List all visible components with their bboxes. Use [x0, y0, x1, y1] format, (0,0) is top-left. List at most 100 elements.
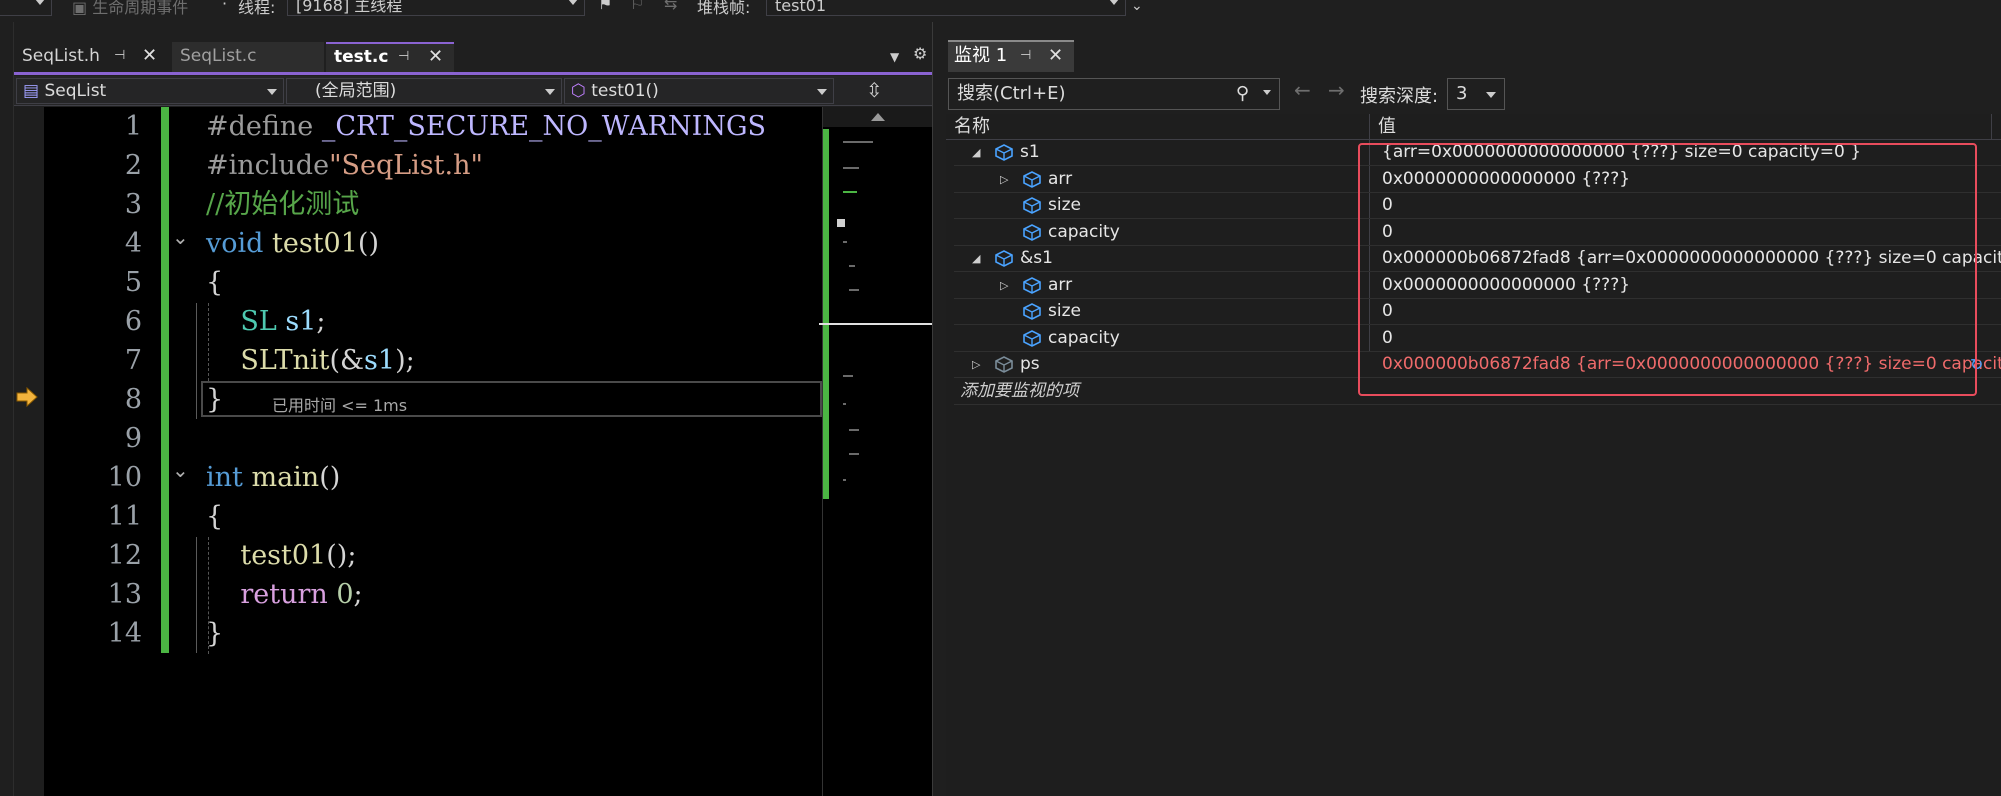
minimap-line: [849, 265, 855, 267]
stack-frame-dropdown[interactable]: test01: [766, 0, 1126, 16]
line-number: 2: [124, 150, 142, 181]
annotation-highlight-box: [1358, 143, 1977, 396]
col-header-type[interactable]: [1992, 114, 2001, 140]
variable-cube-icon: [995, 250, 1013, 267]
code-editor[interactable]: 1 #define _CRT_SECURE_NO_WARNINGS 2 #includ…: [14, 107, 822, 796]
watch-name: &s1: [1020, 248, 1053, 268]
code-line: 3 //初始化测试: [14, 185, 822, 224]
pin-icon[interactable]: ⊣: [398, 44, 409, 70]
close-icon[interactable]: ✕: [142, 42, 157, 70]
col-header-value[interactable]: 值: [1370, 114, 1992, 140]
code-text: SLTnit(&s1);: [206, 341, 414, 380]
tab-seqlist-h[interactable]: SeqList.h ⊣ ✕: [14, 42, 166, 72]
navigation-bar: ▤ SeqList (全局范围) ⬡ test01() ⇳: [14, 76, 932, 106]
expanded-triangle-icon[interactable]: ◢: [972, 246, 980, 271]
search-depth-dropdown[interactable]: 3: [1447, 78, 1505, 110]
variable-cube-icon: [1023, 197, 1041, 214]
add-watch-hint: 添加要监视的项: [960, 380, 1079, 401]
collapsed-triangle-icon[interactable]: ▷: [1000, 273, 1008, 298]
debug-toolbar: ▣ 生命周期事件 · 线程: [9168] 主线程 ⚑ ⚐ ⇆ 堆栈帧: tes…: [0, 0, 2001, 22]
pin-icon[interactable]: ⊣: [1020, 42, 1031, 70]
function-dropdown[interactable]: ⬡ test01(): [564, 78, 834, 104]
code-token: test01: [272, 228, 358, 259]
tab-seqlist-c[interactable]: SeqList.c: [172, 42, 324, 72]
tab-watch-1[interactable]: 监视 1 ⊣ ✕: [948, 40, 1074, 72]
thread-switch-icon[interactable]: ⇆: [664, 0, 677, 13]
code-token: return: [240, 579, 337, 610]
code-text: int main(): [206, 458, 340, 497]
tab-list-dropdown-icon[interactable]: ▼: [890, 50, 899, 64]
chevron-down-icon: [545, 89, 555, 95]
chevron-down-icon: [1486, 92, 1496, 98]
elapsed-time-hint: 已用时间 <= 1ms: [272, 396, 408, 415]
line-number: 4: [124, 228, 142, 259]
split-editor-icon[interactable]: ⇳: [866, 78, 883, 102]
line-number: 6: [124, 306, 142, 337]
watch-tab-bar: 监视 1 ⊣ ✕: [946, 38, 2001, 72]
watch-name: size: [1048, 195, 1081, 215]
code-minimap[interactable]: [819, 107, 933, 796]
arrow-up-icon: [871, 113, 885, 121]
minimap-scroll-up[interactable]: [823, 107, 933, 127]
line-number: 10: [107, 462, 142, 493]
code-token: ();: [326, 540, 357, 571]
search-forward-arrow-icon[interactable]: →: [1328, 78, 1345, 102]
code-token: s1: [285, 306, 317, 337]
variable-cube-icon: [1023, 223, 1041, 241]
code-token: 0: [336, 579, 354, 610]
process-dropdown[interactable]: [0, 0, 52, 16]
panel-splitter[interactable]: [932, 22, 946, 796]
minimap-line: [849, 453, 859, 455]
minimap-cursor: [837, 219, 845, 227]
line-number: 11: [107, 501, 142, 532]
minimap-viewport-line: [819, 323, 933, 325]
collapsed-triangle-icon[interactable]: ▷: [1000, 167, 1008, 192]
code-text: #include"SeqList.h": [206, 146, 483, 185]
flag-icon[interactable]: ⚑: [598, 0, 612, 13]
code-token: main: [251, 462, 320, 493]
search-depth-label: 搜索深度:: [1360, 86, 1439, 107]
close-icon[interactable]: ✕: [1048, 42, 1063, 70]
watch-name: arr: [1048, 168, 1073, 189]
code-line: 10 int main(): [14, 458, 822, 497]
line-number: 12: [107, 540, 142, 571]
toolbar-overflow-icon[interactable]: ⌄: [1131, 0, 1143, 14]
expanded-triangle-icon[interactable]: ◢: [972, 140, 980, 165]
gear-icon[interactable]: ⚙: [913, 44, 927, 63]
close-icon[interactable]: ✕: [428, 44, 443, 70]
col-header-name[interactable]: 名称: [946, 114, 1370, 140]
lifecycle-events-button[interactable]: ▣ 生命周期事件: [72, 0, 188, 18]
minimap-line: [843, 141, 873, 143]
filter-flag-icon[interactable]: ⚐: [630, 0, 644, 13]
code-line: 5{: [14, 263, 822, 302]
code-token: }: [206, 618, 224, 649]
fold-toggle-icon[interactable]: ⌄: [172, 225, 189, 249]
watch-name: ps: [1020, 354, 1040, 374]
fold-toggle-icon[interactable]: ⌄: [172, 458, 189, 482]
tab-test-c[interactable]: test.c ⊣ ✕: [326, 42, 454, 72]
code-text: void test01(): [206, 224, 379, 263]
variable-cube-icon: [1023, 303, 1041, 320]
project-dropdown[interactable]: ▤ SeqList: [16, 78, 284, 104]
search-icon[interactable]: ⚲: [1236, 79, 1249, 109]
search-back-arrow-icon[interactable]: ←: [1294, 78, 1311, 102]
minimap-line: [843, 479, 846, 481]
line-number: 7: [124, 345, 142, 376]
code-token: {: [206, 501, 224, 532]
code-token: s1: [364, 345, 396, 376]
code-line: 4 void test01(): [14, 224, 822, 263]
line-number: 8: [124, 384, 142, 415]
pin-icon[interactable]: ⊣: [114, 42, 125, 70]
scope-dropdown[interactable]: (全局范围): [286, 78, 562, 104]
watch-search-input[interactable]: 搜索(Ctrl+E) ⚲: [948, 78, 1280, 110]
code-token: int: [206, 462, 252, 493]
dot-separator: ·: [222, 0, 228, 13]
line-number: 1: [124, 111, 142, 142]
code-text: test01();: [206, 536, 356, 575]
chevron-down-icon[interactable]: [1263, 90, 1271, 95]
code-token: (): [357, 228, 379, 259]
collapsed-triangle-icon[interactable]: ▷: [972, 352, 980, 377]
watch-name: arr: [1048, 274, 1073, 295]
thread-dropdown[interactable]: [9168] 主线程: [287, 0, 585, 16]
